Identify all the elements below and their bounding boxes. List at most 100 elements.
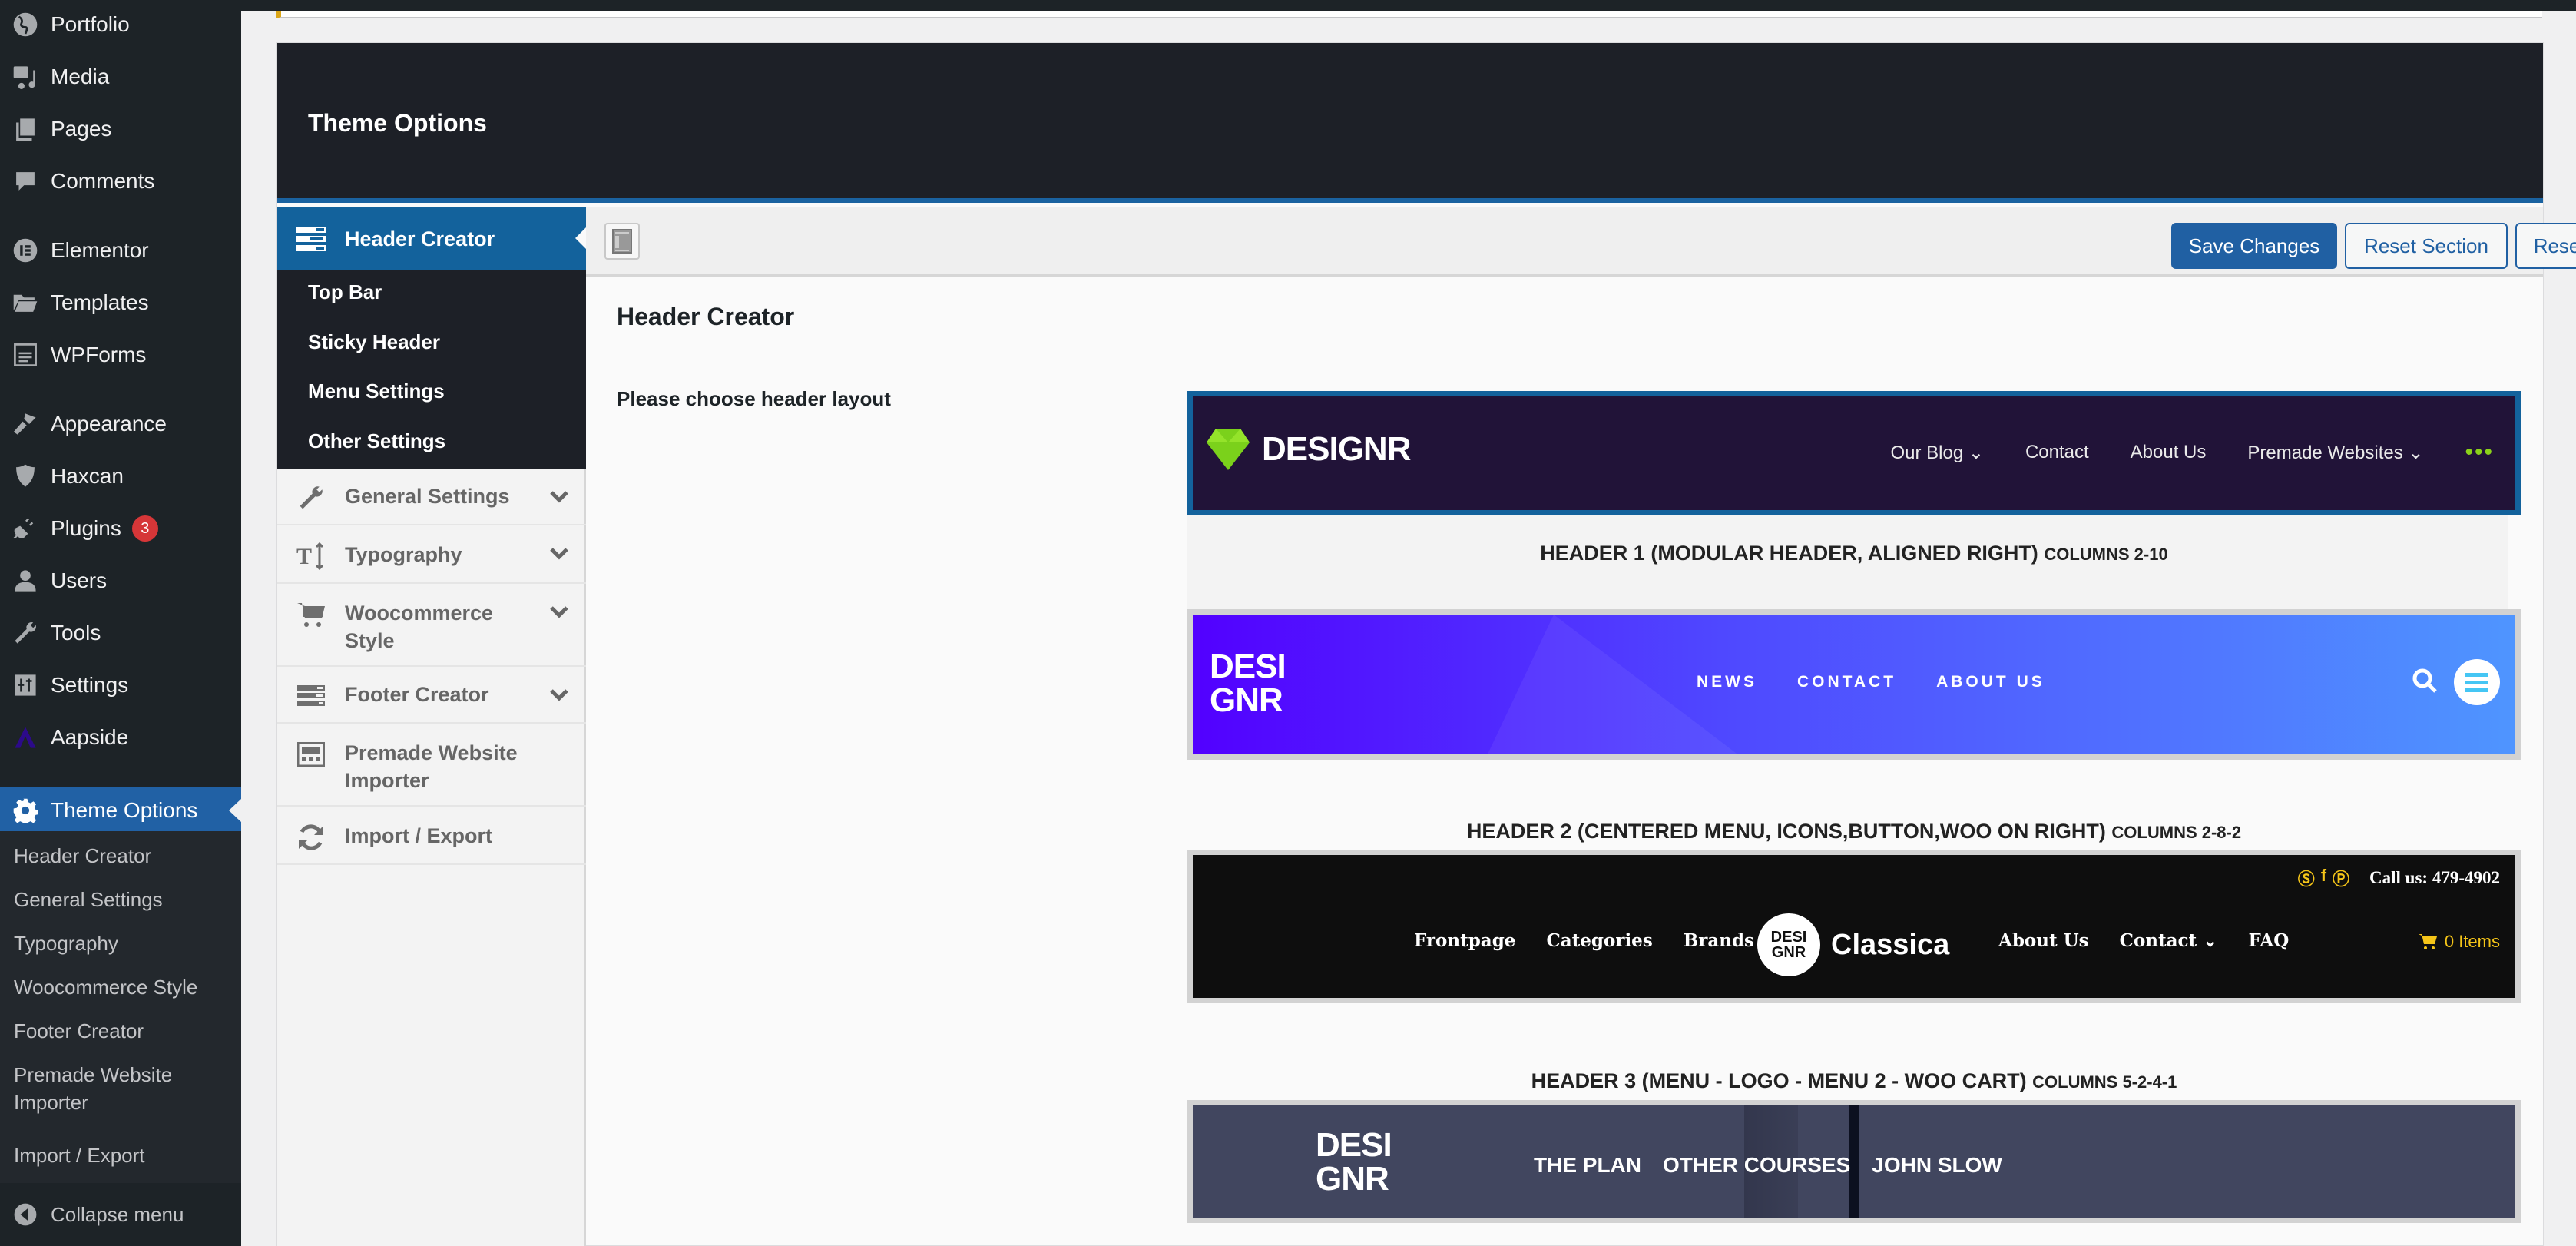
admin-menu-media[interactable]: Media <box>0 54 241 100</box>
reset-section-button[interactable]: Reset Section <box>2345 223 2508 269</box>
options-nav: Header Creator Top Bar Sticky Header Men… <box>277 207 586 1246</box>
wpforms-icon <box>0 342 51 368</box>
header-4-menu: THE PLAN OTHER COURSES JOHN SLOW <box>1534 1153 2002 1177</box>
nav-item-footer-creator[interactable]: Footer Creator <box>277 667 586 724</box>
facebook-icon: f <box>2320 866 2327 885</box>
wrench-icon <box>277 482 345 513</box>
header-3-menu-left: Frontpage Categories Brands <box>1414 930 1754 951</box>
comments-icon <box>0 168 51 194</box>
submenu-import-export[interactable]: Import / Export <box>14 1142 145 1169</box>
header-4-preview: DESI GNR THE PLAN OTHER COURSES JOHN SLO… <box>1187 1100 2521 1223</box>
nav-sub-top-bar[interactable]: Top Bar <box>308 278 382 306</box>
plugins-update-badge: 3 <box>131 515 158 542</box>
gear-icon <box>0 797 51 823</box>
admin-menu-theme-options[interactable]: Theme Options <box>0 787 241 834</box>
admin-menu-aapside[interactable]: Aapside <box>0 714 241 761</box>
submenu-general-settings[interactable]: General Settings <box>14 886 163 913</box>
header-layout-option-4[interactable]: DESI GNR THE PLAN OTHER COURSES JOHN SLO… <box>1187 1100 2521 1231</box>
settings-icon <box>0 672 51 698</box>
admin-menu-templates[interactable]: Templates <box>0 280 241 326</box>
refresh-icon <box>277 822 345 853</box>
collapse-arrow-icon <box>0 1202 51 1227</box>
header-1-preview: DESIGNR Our Blog ⌄ Contact About Us Prem… <box>1187 391 2521 515</box>
website-icon <box>277 739 345 770</box>
nav-item-typography[interactable]: T Typography <box>277 525 586 584</box>
chevron-down-icon <box>549 684 569 708</box>
admin-notice <box>276 11 2542 18</box>
header-1-caption: HEADER 1 (MODULAR HEADER, ALIGNED RIGHT)… <box>1540 542 2168 565</box>
submenu-footer-creator[interactable]: Footer Creator <box>14 1017 144 1045</box>
submenu-header-creator[interactable]: Header Creator <box>14 842 151 870</box>
admin-menu-haxcan[interactable]: Haxcan <box>0 453 241 499</box>
footer-layout-icon <box>277 681 345 711</box>
layout-toggle-button[interactable] <box>604 223 640 260</box>
pinterest-icon: Ⓟ <box>2333 870 2350 889</box>
svg-text:T: T <box>296 544 312 569</box>
shield-icon <box>0 463 51 489</box>
plugin-icon <box>0 515 51 542</box>
header-2-caption: HEADER 2 (CENTERED MENU, ICONS,BUTTON,WO… <box>1466 820 2242 843</box>
social-icons: Ⓢ f Ⓟ <box>2298 866 2349 890</box>
wp-admin-sidebar: Portfolio Media Pages Comments Elementor… <box>0 0 241 1246</box>
admin-top-bar <box>0 0 2576 11</box>
nav-item-premade-website-importer[interactable]: Premade Website Importer <box>277 724 586 807</box>
section-title: Header Creator <box>617 303 795 330</box>
admin-menu-appearance[interactable]: Appearance <box>0 401 241 447</box>
user-icon <box>0 568 51 594</box>
nav-item-general-settings[interactable]: General Settings <box>277 469 586 525</box>
pages-icon <box>0 116 51 142</box>
admin-menu-users[interactable]: Users <box>0 558 241 604</box>
admin-menu-comments[interactable]: Comments <box>0 158 241 204</box>
more-dots-icon: ••• <box>2465 439 2494 465</box>
header-layout-option-2[interactable]: DESI GNR NEWS CONTACT ABOUT US HEADER 2 … <box>1187 609 2521 843</box>
header-layout-option-3[interactable]: Ⓢ f Ⓟ Call us: 479-4902 Frontpage Catego… <box>1187 850 2521 1103</box>
admin-menu-settings[interactable]: Settings <box>0 662 241 708</box>
search-icon <box>2411 667 2439 698</box>
theme-options-submenu: Header Creator General Settings Typograp… <box>0 831 241 1183</box>
theme-options-panel: Theme Options Header Creator Top Bar Sti… <box>276 42 2576 1246</box>
skype-icon: Ⓢ <box>2297 870 2315 889</box>
nav-item-header-creator[interactable]: Header Creator <box>277 207 586 270</box>
aapside-icon <box>0 724 51 751</box>
admin-menu-plugins[interactable]: Plugins 3 <box>0 505 241 552</box>
header-3-cart: 0 Items <box>2418 932 2500 952</box>
header-3-menu-right: About Us Contact ⌄ FAQ <box>1998 930 2290 951</box>
header-layout-option-1[interactable]: DESIGNR Our Blog ⌄ Contact About Us Prem… <box>1187 391 2521 618</box>
header-creator-subsections: Top Bar Sticky Header Menu Settings Othe… <box>277 270 586 469</box>
admin-menu-pages[interactable]: Pages <box>0 106 241 152</box>
submenu-typography[interactable]: Typography <box>14 930 118 957</box>
submenu-woocommerce-style[interactable]: Woocommerce Style <box>14 973 197 1001</box>
cart-icon <box>277 599 345 630</box>
hamburger-menu-icon <box>2454 659 2500 705</box>
admin-menu-tools[interactable]: Tools <box>0 610 241 656</box>
nav-sub-other-settings[interactable]: Other Settings <box>308 427 445 455</box>
text-height-icon: T <box>277 541 345 572</box>
nav-sub-menu-settings[interactable]: Menu Settings <box>308 377 445 405</box>
save-changes-button[interactable]: Save Changes <box>2171 223 2337 269</box>
admin-menu-portfolio[interactable]: Portfolio <box>0 2 241 48</box>
options-toolbar: Save Changes Reset Section Reset All <box>586 207 2576 277</box>
desi-gnr-logo: DESI GNR <box>1316 1126 1392 1198</box>
header-3-caption: HEADER 3 (MENU - LOGO - MENU 2 - WOO CAR… <box>1531 1069 2177 1092</box>
nav-sub-sticky-header[interactable]: Sticky Header <box>308 328 440 356</box>
desi-gnr-logo: DESI GNR <box>1210 648 1286 719</box>
chevron-down-icon <box>549 601 569 625</box>
panel-header: Theme Options <box>277 43 2543 203</box>
layout-icon <box>612 229 632 254</box>
admin-menu-wpforms[interactable]: WPForms <box>0 332 241 378</box>
designr-logo: DESIGNR <box>1207 427 1411 472</box>
media-icon <box>0 64 51 90</box>
folder-icon <box>0 290 51 316</box>
globe-icon <box>0 12 51 38</box>
header-layout-field-label: Please choose header layout <box>617 387 891 410</box>
panel-title: Theme Options <box>308 109 487 137</box>
nav-item-woocommerce-style[interactable]: Woocommerce Style <box>277 584 586 667</box>
collapse-menu-button[interactable]: Collapse menu <box>0 1183 241 1246</box>
header-3-preview: Ⓢ f Ⓟ Call us: 479-4902 Frontpage Catego… <box>1187 850 2521 1003</box>
reset-all-button[interactable]: Reset All <box>2515 223 2576 269</box>
submenu-premade-website-importer[interactable]: Premade Website Importer <box>14 1061 198 1116</box>
header-3-topbar: Ⓢ f Ⓟ Call us: 479-4902 <box>2297 866 2500 890</box>
admin-menu-elementor[interactable]: Elementor <box>0 227 241 273</box>
nav-item-import-export[interactable]: Import / Export <box>277 807 586 865</box>
elementor-icon <box>0 237 51 263</box>
